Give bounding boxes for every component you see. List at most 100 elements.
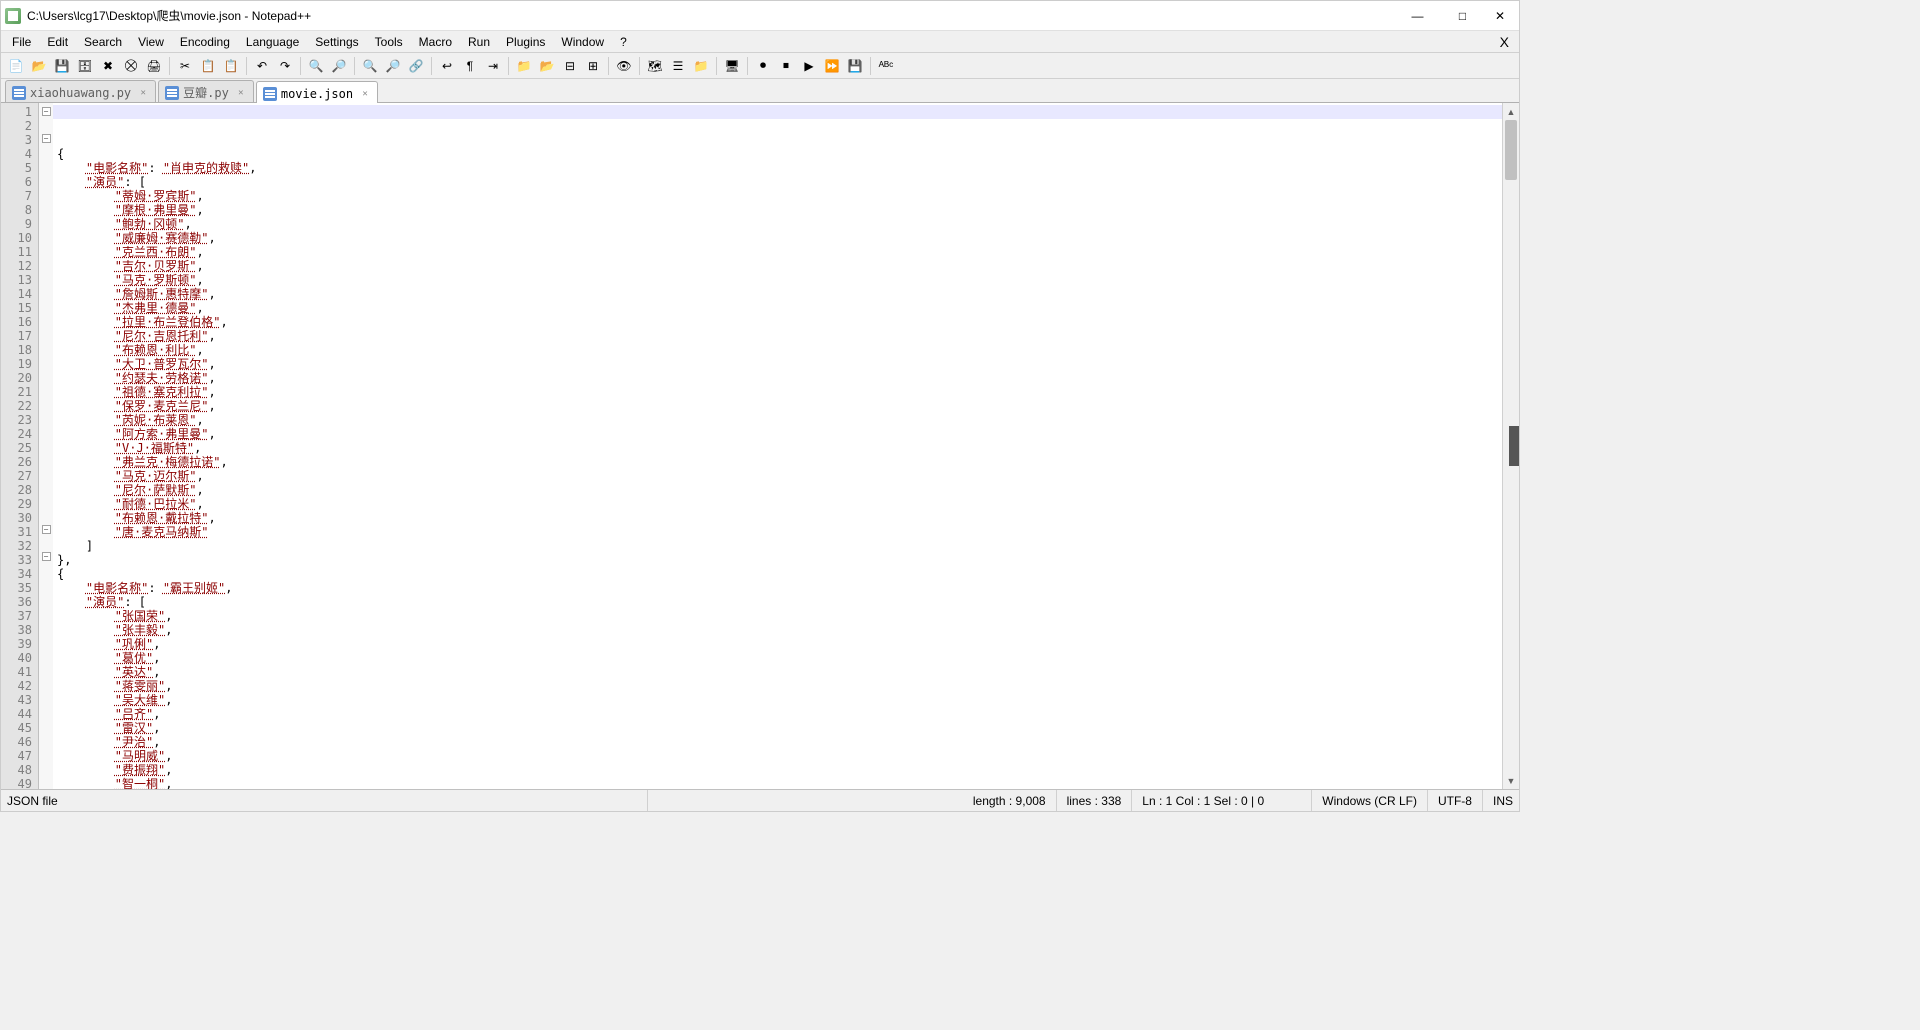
code-line[interactable]: "张国荣",	[57, 609, 1502, 623]
redo-button[interactable]: ↷	[274, 55, 296, 77]
code-line[interactable]: "吉尔·贝罗斯",	[57, 259, 1502, 273]
uncollapse-button[interactable]: ⊞	[582, 55, 604, 77]
undo-button[interactable]: ↶	[251, 55, 273, 77]
menu-macro[interactable]: Macro	[412, 33, 459, 51]
code-line[interactable]: "布赖恩·利比",	[57, 343, 1502, 357]
open-button[interactable]: 📂	[28, 55, 50, 77]
scroll-down-icon[interactable]: ▼	[1503, 772, 1519, 789]
paste-button[interactable]: 📋	[220, 55, 242, 77]
code-line[interactable]: "祖德·塞克利拉",	[57, 385, 1502, 399]
spell-button[interactable]: ᴬᴮᶜ	[875, 55, 897, 77]
collapse-button[interactable]: ⊟	[559, 55, 581, 77]
vertical-scrollbar[interactable]: ▲ ▼	[1502, 103, 1519, 789]
fold-toggle-icon[interactable]: −	[42, 134, 51, 143]
cut-button[interactable]: ✂	[174, 55, 196, 77]
menu-language[interactable]: Language	[239, 33, 306, 51]
code-line[interactable]: "演员": [	[57, 595, 1502, 609]
code-line[interactable]: "蒋雯丽",	[57, 679, 1502, 693]
fold-button[interactable]: 📁	[513, 55, 535, 77]
code-line[interactable]: "耐德·巴拉米",	[57, 497, 1502, 511]
code-line[interactable]: "杰弗里·德曼",	[57, 301, 1502, 315]
menu-run[interactable]: Run	[461, 33, 497, 51]
play-button[interactable]: ▶	[798, 55, 820, 77]
code-line[interactable]: "演员": [	[57, 175, 1502, 189]
code-editor[interactable]: { "电影名称": "肖申克的救赎", "演员": [ "蒂姆·罗宾斯", "摩…	[53, 103, 1502, 789]
menu-search[interactable]: Search	[77, 33, 129, 51]
minimize-button[interactable]: —	[1395, 2, 1440, 30]
save-all-button[interactable]: 🗄	[74, 55, 96, 77]
code-line[interactable]: "大卫·普罗瓦尔",	[57, 357, 1502, 371]
tab-douban[interactable]: 豆瓣.py ✕	[158, 80, 254, 102]
code-line[interactable]: "阿方索·弗里曼",	[57, 427, 1502, 441]
maximize-button[interactable]: □	[1440, 2, 1485, 30]
tab-movie-json[interactable]: movie.json ✕	[256, 81, 378, 103]
code-line[interactable]: "詹姆斯·惠特摩",	[57, 287, 1502, 301]
code-line[interactable]: "约瑟夫·劳格诺",	[57, 371, 1502, 385]
code-line[interactable]: "吕齐",	[57, 707, 1502, 721]
scroll-up-icon[interactable]: ▲	[1503, 103, 1519, 120]
all-chars-button[interactable]: ¶	[459, 55, 481, 77]
copy-button[interactable]: 📋	[197, 55, 219, 77]
code-line[interactable]: "弗兰克·梅德拉诺",	[57, 455, 1502, 469]
code-line[interactable]: {	[57, 147, 1502, 161]
scroll-thumb[interactable]	[1505, 120, 1517, 180]
code-line[interactable]: "葛优",	[57, 651, 1502, 665]
tab-close-icon[interactable]: ✕	[359, 88, 371, 100]
sync-button[interactable]: 🔗	[405, 55, 427, 77]
menu-help[interactable]: ?	[613, 33, 634, 51]
code-line[interactable]: "鲍勃·冈顿",	[57, 217, 1502, 231]
tab-close-icon[interactable]: ✕	[137, 87, 149, 99]
code-line[interactable]: ]	[57, 539, 1502, 553]
menu-file[interactable]: File	[5, 33, 38, 51]
code-line[interactable]: "巩俐",	[57, 637, 1502, 651]
code-line[interactable]: "马克·罗斯顿",	[57, 273, 1502, 287]
code-line[interactable]: "布赖恩·戴拉特",	[57, 511, 1502, 525]
monitor-button[interactable]: 🖥	[721, 55, 743, 77]
code-line[interactable]: "尼尔·萨默斯",	[57, 483, 1502, 497]
code-line[interactable]: "芮妮·布莱恩",	[57, 413, 1502, 427]
code-line[interactable]: "蒂姆·罗宾斯",	[57, 189, 1502, 203]
new-button[interactable]: 📄	[5, 55, 27, 77]
code-line[interactable]: "英达",	[57, 665, 1502, 679]
close-all-button[interactable]: ⛒	[120, 55, 142, 77]
save-button[interactable]: 💾	[51, 55, 73, 77]
wrap-button[interactable]: ↩	[436, 55, 458, 77]
zoom-in-button[interactable]: 🔍	[359, 55, 381, 77]
play-multi-button[interactable]: ⏩	[821, 55, 843, 77]
fold-toggle-icon[interactable]: −	[42, 107, 51, 116]
stop-button[interactable]: ⏹	[775, 55, 797, 77]
doc-map-button[interactable]: 🗺	[644, 55, 666, 77]
code-line[interactable]: "尹治",	[57, 735, 1502, 749]
code-line[interactable]: "张丰毅",	[57, 623, 1502, 637]
menu-close-x[interactable]: X	[1494, 34, 1515, 50]
code-line[interactable]: "V·J·福斯特",	[57, 441, 1502, 455]
close-button[interactable]: ✖	[97, 55, 119, 77]
save-macro-button[interactable]: 💾	[844, 55, 866, 77]
unfold-button[interactable]: 📂	[536, 55, 558, 77]
find-button[interactable]: 🔍	[305, 55, 327, 77]
code-line[interactable]: "唐·麦克马纳斯"	[57, 525, 1502, 539]
indent-button[interactable]: ⇥	[482, 55, 504, 77]
zoom-out-button[interactable]: 🔎	[382, 55, 404, 77]
code-line[interactable]: "电影名称": "肖申克的救赎",	[57, 161, 1502, 175]
hide-lines-button[interactable]: 👁	[613, 55, 635, 77]
code-line[interactable]: "威廉姆·赛德勒",	[57, 231, 1502, 245]
close-button[interactable]: ✕	[1485, 2, 1515, 30]
folder-button[interactable]: 📁	[690, 55, 712, 77]
menu-window[interactable]: Window	[554, 33, 611, 51]
code-line[interactable]: },	[57, 553, 1502, 567]
code-line[interactable]: {	[57, 567, 1502, 581]
func-list-button[interactable]: ☰	[667, 55, 689, 77]
code-line[interactable]: "拉里·布兰登伯格",	[57, 315, 1502, 329]
print-button[interactable]: 🖨	[143, 55, 165, 77]
code-line[interactable]: "尼尔·吉恩托利",	[57, 329, 1502, 343]
menu-settings[interactable]: Settings	[308, 33, 365, 51]
record-button[interactable]: ⏺	[752, 55, 774, 77]
code-line[interactable]: "费振翔",	[57, 763, 1502, 777]
code-line[interactable]: "吴大维",	[57, 693, 1502, 707]
code-line[interactable]: "电影名称": "霸王别姬",	[57, 581, 1502, 595]
menu-plugins[interactable]: Plugins	[499, 33, 552, 51]
fold-toggle-icon[interactable]: −	[42, 552, 51, 561]
fold-toggle-icon[interactable]: −	[42, 525, 51, 534]
menu-encoding[interactable]: Encoding	[173, 33, 237, 51]
